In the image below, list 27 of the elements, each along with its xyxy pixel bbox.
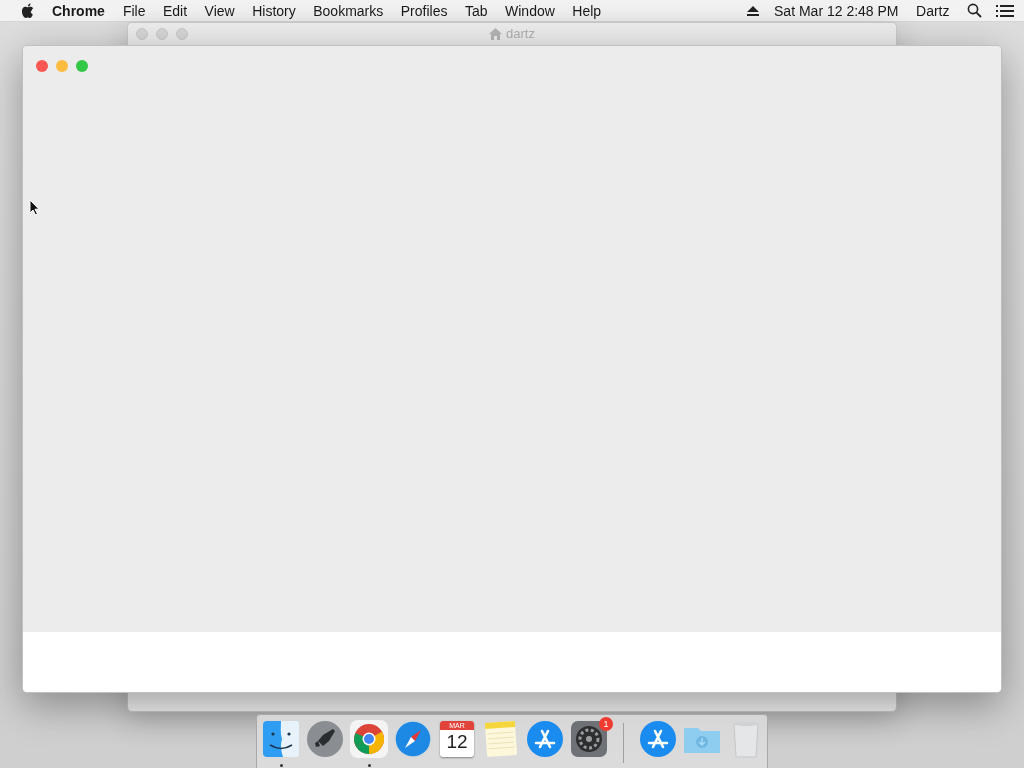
mouse-pointer-icon: [29, 199, 40, 216]
menu-item[interactable]: File: [122, 2, 146, 19]
search-icon[interactable]: [967, 3, 982, 18]
menu-item[interactable]: View: [204, 2, 235, 19]
menu-item[interactable]: History: [252, 2, 296, 19]
list-icon[interactable]: [996, 4, 1014, 17]
chrome-icon[interactable]: [349, 719, 389, 759]
apple-icon[interactable]: [21, 3, 34, 18]
eject-icon[interactable]: [747, 5, 760, 16]
calendar-day: 12: [446, 730, 468, 754]
user-name[interactable]: Dartz: [916, 2, 950, 19]
menu-item[interactable]: Window: [505, 2, 555, 19]
menu-item[interactable]: Tab: [464, 2, 488, 19]
app-store-icon[interactable]: [638, 719, 678, 759]
finder-icon[interactable]: [261, 719, 301, 759]
menu-item[interactable]: Profiles: [400, 2, 448, 19]
compass-icon[interactable]: [393, 719, 433, 759]
window-title: dartz: [506, 26, 535, 41]
menu-item[interactable]: Chrome: [52, 2, 105, 19]
clock[interactable]: Sat Mar 12 2:48 PM: [774, 2, 899, 19]
rocket-icon[interactable]: [305, 719, 345, 759]
notification-badge: 1: [599, 717, 613, 731]
menu-item[interactable]: Bookmarks: [313, 2, 384, 19]
menu-item[interactable]: Edit: [162, 2, 188, 19]
menu-item[interactable]: Help: [572, 2, 602, 19]
gear-icon[interactable]: [569, 719, 609, 759]
home-icon: [489, 27, 503, 40]
